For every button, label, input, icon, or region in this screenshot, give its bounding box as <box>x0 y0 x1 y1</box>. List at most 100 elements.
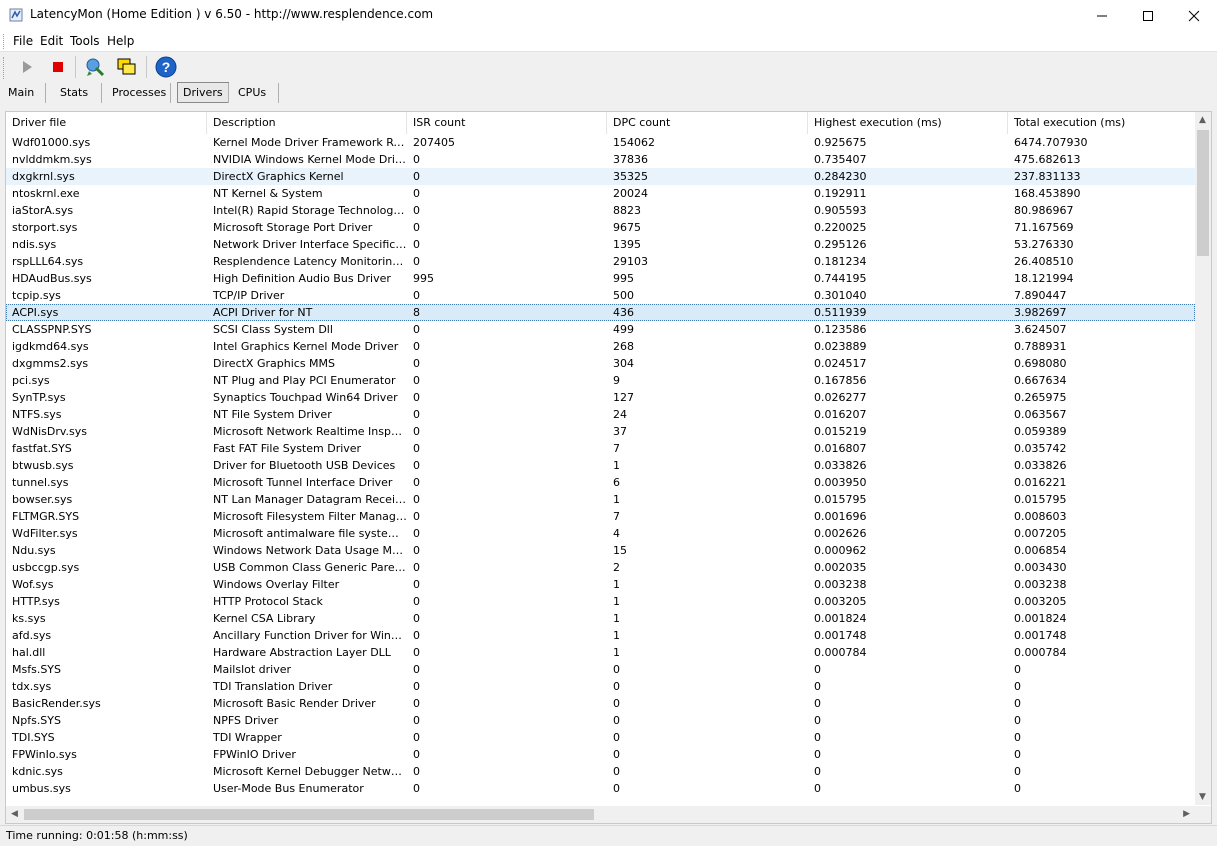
maximize-button[interactable] <box>1125 0 1171 31</box>
table-row[interactable]: TDI.SYS TDI Wrapper 0 0 0 0 <box>6 729 1195 746</box>
table-row[interactable]: umbus.sys User-Mode Bus Enumerator 0 0 0 0 <box>6 780 1195 797</box>
cell-dpc-count: 499 <box>613 323 634 336</box>
cell-highest-execution: 0.735407 <box>814 153 867 166</box>
table-row[interactable]: igdkmd64.sys Intel Graphics Kernel Mode D… <box>6 338 1195 355</box>
minimize-button[interactable] <box>1079 0 1125 31</box>
cell-highest-execution: 0.284230 <box>814 170 867 183</box>
tab-drivers[interactable]: Drivers <box>177 82 229 103</box>
table-row[interactable]: bowser.sys NT Lan Manager Datagram Receiv… <box>6 491 1195 508</box>
minimize-icon <box>1097 15 1107 17</box>
column-header-driver-file[interactable]: Driver file <box>6 112 207 134</box>
column-header-total-execution[interactable]: Total execution (ms) <box>1008 112 1195 134</box>
table-row[interactable]: ACPI.sys ACPI Driver for NT 8 436 0.511939 3.… <box>6 304 1195 321</box>
windows-button[interactable] <box>114 55 140 79</box>
menu-edit[interactable]: Edit <box>40 34 63 48</box>
table-row[interactable]: usbccgp.sys USB Common Class Generic Pare… <box>6 559 1195 576</box>
cell-total-execution: 3.982697 <box>1014 306 1067 319</box>
vertical-scrollbar[interactable]: ▲ ▼ <box>1195 112 1211 805</box>
cell-description: NT Lan Manager Datagram Receiver Driver <box>213 493 407 506</box>
table-row[interactable]: BasicRender.sys Microsoft Basic Render Dr… <box>6 695 1195 712</box>
cell-isr-count: 0 <box>413 153 420 166</box>
column-header-isr-count[interactable]: ISR count <box>407 112 607 134</box>
table-row[interactable]: CLASSPNP.SYS SCSI Class System Dll 0 499 0.1… <box>6 321 1195 338</box>
vertical-scroll-thumb[interactable] <box>1197 130 1209 256</box>
cell-dpc-count: 7 <box>613 510 620 523</box>
cell-highest-execution: 0.905593 <box>814 204 867 217</box>
drivers-table[interactable]: Driver file Description ISR count DPC co… <box>5 111 1212 824</box>
cell-isr-count: 0 <box>413 595 420 608</box>
table-row[interactable]: rspLLL64.sys Resplendence Latency Monitor… <box>6 253 1195 270</box>
column-header-dpc-count[interactable]: DPC count <box>607 112 808 134</box>
table-row[interactable]: iaStorA.sys Intel(R) Rapid Storage Techno… <box>6 202 1195 219</box>
table-row[interactable]: SynTP.sys Synaptics Touchpad Win64 Driver… <box>6 389 1195 406</box>
table-row[interactable]: ks.sys Kernel CSA Library 0 1 0.001824 0.0018… <box>6 610 1195 627</box>
cell-isr-count: 0 <box>413 578 420 591</box>
tab-main[interactable]: Main <box>8 83 34 102</box>
cell-dpc-count: 154062 <box>613 136 655 149</box>
scroll-right-icon[interactable]: ▶ <box>1183 809 1190 819</box>
cell-total-execution: 7.890447 <box>1014 289 1067 302</box>
cell-description: USB Common Class Generic Parent Driver <box>213 561 407 574</box>
cell-highest-execution: 0.301040 <box>814 289 867 302</box>
cell-highest-execution: 0.033826 <box>814 459 867 472</box>
table-row[interactable]: Ndu.sys Windows Network Data Usage Monito… <box>6 542 1195 559</box>
table-row[interactable]: tdx.sys TDI Translation Driver 0 0 0 0 <box>6 678 1195 695</box>
table-row[interactable]: ntoskrnl.exe NT Kernel & System 0 20024 0.19… <box>6 185 1195 202</box>
column-header-highest-execution[interactable]: Highest execution (ms) <box>808 112 1008 134</box>
cell-total-execution: 0.007205 <box>1014 527 1067 540</box>
scroll-left-icon[interactable]: ◀ <box>11 809 18 819</box>
help-button[interactable]: ? <box>153 55 179 79</box>
table-row[interactable]: dxgkrnl.sys DirectX Graphics Kernel 0 35325… <box>6 168 1195 185</box>
cell-highest-execution: 0.000962 <box>814 544 867 557</box>
table-row[interactable]: HDAudBus.sys High Definition Audio Bus Dr… <box>6 270 1195 287</box>
table-row[interactable]: tunnel.sys Microsoft Tunnel Interface Dri… <box>6 474 1195 491</box>
table-row[interactable]: nvlddmkm.sys NVIDIA Windows Kernel Mode D… <box>6 151 1195 168</box>
menu-file[interactable]: File <box>13 34 33 48</box>
cell-total-execution: 0.006854 <box>1014 544 1067 557</box>
table-row[interactable]: fastfat.SYS Fast FAT File System Driver 0 7… <box>6 440 1195 457</box>
table-row[interactable]: WdFilter.sys Microsoft antimalware file s… <box>6 525 1195 542</box>
table-row[interactable]: storport.sys Microsoft Storage Port Drive… <box>6 219 1195 236</box>
table-row[interactable]: afd.sys Ancillary Function Driver for Win… <box>6 627 1195 644</box>
table-row[interactable]: HTTP.sys HTTP Protocol Stack 0 1 0.003205 0.0… <box>6 593 1195 610</box>
menu-help[interactable]: Help <box>107 34 134 48</box>
tab-processes[interactable]: Processes <box>112 83 166 102</box>
table-row[interactable]: Msfs.SYS Mailslot driver 0 0 0 0 <box>6 661 1195 678</box>
horizontal-scroll-thumb[interactable] <box>24 809 594 820</box>
cell-highest-execution: 0.123586 <box>814 323 867 336</box>
table-row[interactable]: kdnic.sys Microsoft Kernel Debugger Netwo… <box>6 763 1195 780</box>
horizontal-scrollbar[interactable]: ◀ ▶ <box>6 806 1195 823</box>
cell-driver-file: bowser.sys <box>12 493 73 506</box>
table-row[interactable]: Npfs.SYS NPFS Driver 0 0 0 0 <box>6 712 1195 729</box>
table-row[interactable]: ndis.sys Network Driver Interface Specifi… <box>6 236 1195 253</box>
table-row[interactable]: WdNisDrv.sys Microsoft Network Realtime I… <box>6 423 1195 440</box>
table-row[interactable]: tcpip.sys TCP/IP Driver 0 500 0.301040 7.8904… <box>6 287 1195 304</box>
table-row[interactable]: btwusb.sys Driver for Bluetooth USB Devic… <box>6 457 1195 474</box>
tab-cpus[interactable]: CPUs <box>238 83 266 102</box>
stop-button[interactable] <box>45 55 71 79</box>
tab-stats[interactable]: Stats <box>60 83 88 102</box>
table-row[interactable]: Wdf01000.sys Kernel Mode Driver Framework… <box>6 134 1195 151</box>
scroll-down-icon[interactable]: ▼ <box>1199 792 1206 802</box>
cell-description: Hardware Abstraction Layer DLL <box>213 646 391 659</box>
table-row[interactable]: FLTMGR.SYS Microsoft Filesystem Filter Ma… <box>6 508 1195 525</box>
table-row[interactable]: dxgmms2.sys DirectX Graphics MMS 0 304 0.024… <box>6 355 1195 372</box>
menu-tools[interactable]: Tools <box>70 34 100 48</box>
table-row[interactable]: FPWinIo.sys FPWinIO Driver 0 0 0 0 <box>6 746 1195 763</box>
cell-description: Kernel CSA Library <box>213 612 316 625</box>
title-bar: LatencyMon (Home Edition ) v 6.50 - http… <box>0 0 1217 31</box>
column-header-description[interactable]: Description <box>207 112 407 134</box>
table-row[interactable]: hal.dll Hardware Abstraction Layer DLL 0 1 0… <box>6 644 1195 661</box>
cell-driver-file: FPWinIo.sys <box>12 748 77 761</box>
table-row[interactable]: NTFS.sys NT File System Driver 0 24 0.016207… <box>6 406 1195 423</box>
cell-dpc-count: 0 <box>613 782 620 795</box>
table-row[interactable]: pci.sys NT Plug and Play PCI Enumerator 0 9… <box>6 372 1195 389</box>
cell-isr-count: 0 <box>413 765 420 778</box>
resplendence-button[interactable] <box>82 55 108 79</box>
start-button[interactable] <box>14 55 40 79</box>
scroll-up-icon[interactable]: ▲ <box>1199 115 1206 125</box>
table-row[interactable]: Wof.sys Windows Overlay Filter 0 1 0.003238 0… <box>6 576 1195 593</box>
cell-dpc-count: 24 <box>613 408 627 421</box>
close-button[interactable] <box>1171 0 1217 31</box>
cell-highest-execution: 0.001696 <box>814 510 867 523</box>
